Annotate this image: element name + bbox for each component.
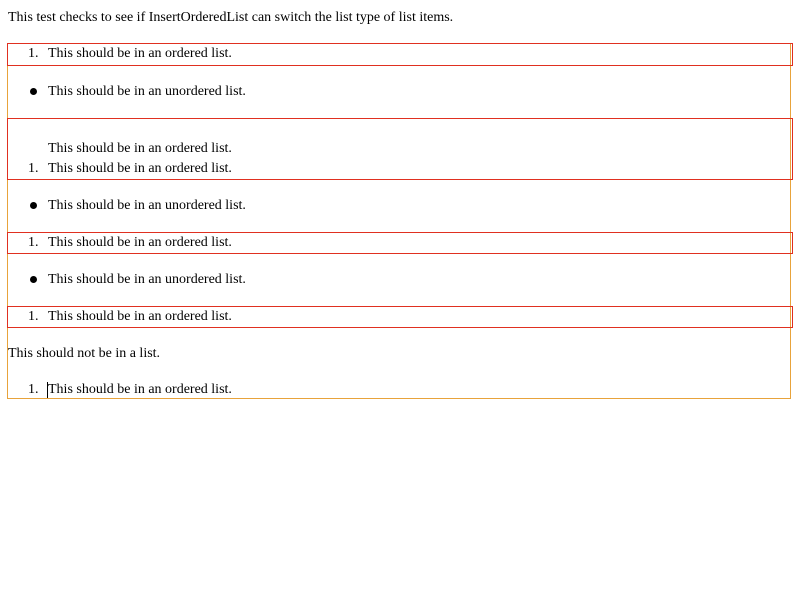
ordered-list-box-2: This should be in an ordered list. 1. Th… bbox=[7, 118, 793, 180]
editable-region[interactable]: 1. This should be in an ordered list. Th… bbox=[7, 43, 793, 399]
list-marker: 1. bbox=[28, 46, 39, 61]
list-marker: 1. bbox=[28, 235, 39, 250]
ordered-list-box-4: 1. This should be in an ordered list. bbox=[7, 306, 793, 328]
bullet-icon bbox=[30, 88, 37, 95]
list-marker: 1. bbox=[28, 309, 39, 324]
list-item[interactable]: This should be in an ordered list. bbox=[48, 309, 232, 325]
bullet-icon bbox=[30, 276, 37, 283]
list-item[interactable]: This should be in an ordered list. bbox=[48, 235, 232, 251]
list-item[interactable]: This should be in an unordered list. bbox=[48, 198, 246, 214]
bullet-icon bbox=[30, 202, 37, 209]
test-description: This test checks to see if InsertOrdered… bbox=[8, 10, 454, 25]
list-item[interactable]: This should be in an ordered list. bbox=[48, 382, 232, 398]
list-item[interactable]: This should be in an unordered list. bbox=[48, 84, 246, 100]
list-item[interactable]: This should be in an ordered list. bbox=[48, 46, 232, 62]
ordered-list-box-1: 1. This should be in an ordered list. bbox=[7, 43, 793, 66]
plain-paragraph[interactable]: This should not be in a list. bbox=[8, 346, 160, 362]
list-marker: 1. bbox=[28, 382, 39, 397]
ordered-list-box-3: 1. This should be in an ordered list. bbox=[7, 232, 793, 254]
list-item[interactable]: This should be in an ordered list. bbox=[48, 141, 232, 157]
list-item[interactable]: This should be in an ordered list. bbox=[48, 161, 232, 177]
list-marker: 1. bbox=[28, 161, 39, 176]
list-item[interactable]: This should be in an unordered list. bbox=[48, 272, 246, 288]
